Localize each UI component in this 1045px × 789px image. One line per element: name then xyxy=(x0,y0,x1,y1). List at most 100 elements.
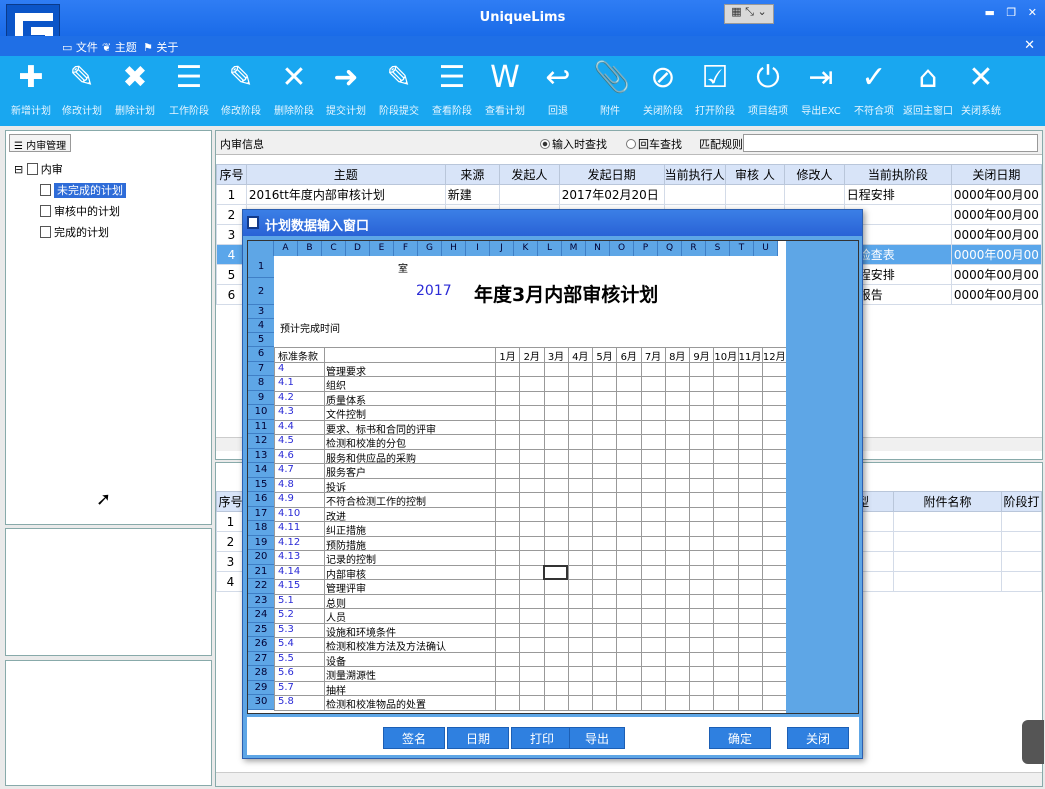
toolbar-doc-stage-button[interactable]: ☰ 工作阶段 xyxy=(163,60,215,117)
column-header[interactable]: 发起日期 xyxy=(558,164,665,185)
toolbar-home-button[interactable]: ⌂ 返回主窗口 xyxy=(902,60,954,117)
close-doc-icon[interactable]: ✕ xyxy=(1024,38,1035,53)
minimize-icon[interactable]: ▬ xyxy=(985,6,995,19)
row-header[interactable]: 18 xyxy=(248,521,274,536)
column-header[interactable]: M xyxy=(562,241,586,256)
column-header[interactable]: 主题 xyxy=(245,164,446,185)
toolbar-close-system-button[interactable]: ✕ 关闭系统 xyxy=(955,60,1007,117)
column-header[interactable]: P xyxy=(634,241,658,256)
toolbar-word-button[interactable]: W 查看计划 xyxy=(479,60,531,117)
toolbar-ban-button[interactable]: ⊘ 关闭阶段 xyxy=(637,60,689,117)
dialog-button-3[interactable]: 导出 xyxy=(569,727,625,749)
tree-root[interactable]: ⊟ 内审 xyxy=(14,161,63,177)
column-header[interactable]: O xyxy=(610,241,634,256)
column-header[interactable]: G xyxy=(418,241,442,256)
dialog-button-4[interactable]: 确定 xyxy=(709,727,771,749)
column-header[interactable]: I xyxy=(466,241,490,256)
row-header[interactable]: 2 xyxy=(248,278,274,305)
toolbar-submit-button[interactable]: ➜ 提交计划 xyxy=(320,60,372,117)
float-toolbar[interactable]: ▦ ⤡ ⌄ xyxy=(724,4,774,24)
row-header[interactable]: 1 xyxy=(248,256,274,278)
row-header[interactable]: 7 xyxy=(248,361,274,376)
row-header[interactable]: 25 xyxy=(248,622,274,637)
table-row[interactable]: 1 2016tt年度内部审核计划 新建 2017年02月20日 日程安排 0000年00月… xyxy=(216,184,1043,205)
column-header[interactable]: R xyxy=(682,241,706,256)
column-header[interactable]: 修改人 xyxy=(784,164,845,185)
column-header[interactable]: U xyxy=(754,241,778,256)
row-header[interactable]: 22 xyxy=(248,579,274,594)
row-header[interactable]: 12 xyxy=(248,434,274,449)
row-header[interactable]: 29 xyxy=(248,680,274,695)
toolbar-stage-edit-button[interactable]: ✎ 修改阶段 xyxy=(215,60,267,117)
tab-internal-audit[interactable]: ☰ 内审管理 xyxy=(9,134,72,152)
radio-input-search[interactable]: 输入时查找 xyxy=(540,136,607,152)
dialog-button-2[interactable]: 打印 xyxy=(511,727,573,749)
row-header[interactable]: 27 xyxy=(248,651,274,666)
column-header[interactable]: H xyxy=(442,241,466,256)
row-header[interactable]: 8 xyxy=(248,376,274,391)
toolbar-stage-delete-button[interactable]: ✕ 删除阶段 xyxy=(268,60,320,117)
toolbar-back-button[interactable]: ↩ 回退 xyxy=(532,60,584,117)
column-header[interactable]: A xyxy=(274,241,298,256)
column-header[interactable]: 阶段打 xyxy=(1000,491,1043,512)
toolbar-view-stage-button[interactable]: ☰ 查看阶段 xyxy=(426,60,478,117)
column-header[interactable]: 关闭日期 xyxy=(950,164,1043,185)
row-header[interactable]: 9 xyxy=(248,390,274,405)
row-header[interactable]: 24 xyxy=(248,608,274,623)
column-header[interactable]: 序号 xyxy=(216,491,245,512)
column-header[interactable]: N xyxy=(586,241,610,256)
radio-enter-search[interactable]: 回车查找 xyxy=(626,136,682,152)
column-header[interactable]: 序号 xyxy=(216,164,247,185)
row-header[interactable]: 14 xyxy=(248,463,274,478)
close-icon[interactable]: ✕ xyxy=(1028,6,1037,19)
toolbar-tag-button[interactable]: ✓ 不符合项 xyxy=(848,60,900,117)
column-header[interactable]: D xyxy=(346,241,370,256)
column-header[interactable]: F xyxy=(394,241,418,256)
row-header[interactable]: 10 xyxy=(248,405,274,420)
menu-file[interactable]: ▭ 文件 xyxy=(62,39,98,55)
toolbar-export-button[interactable]: ⇥ 导出EXC xyxy=(795,60,847,117)
spreadsheet[interactable]: A B C D E F G H I J K L M N O P Q R S T U 1 2 3 4 5 6 7 8 9 10 11 12 13 14… xyxy=(247,240,859,714)
row-header[interactable]: 21 xyxy=(248,564,274,579)
column-header[interactable]: 当前执阶段 xyxy=(843,164,952,185)
toolbar-doc-plus-button[interactable]: ✚ 新增计划 xyxy=(5,60,57,117)
column-header[interactable]: C xyxy=(322,241,346,256)
row-header[interactable]: 28 xyxy=(248,666,274,681)
active-cell[interactable] xyxy=(543,564,568,580)
column-header[interactable]: J xyxy=(490,241,514,256)
column-header[interactable]: L xyxy=(538,241,562,256)
menu-about[interactable]: ⚑ 关于 xyxy=(143,39,178,55)
row-header[interactable]: 20 xyxy=(248,550,274,565)
toolbar-doc-edit-button[interactable]: ✎ 修改计划 xyxy=(56,60,108,117)
toolbar-power-button[interactable]: ⏻ 项目结项 xyxy=(742,60,794,117)
row-header[interactable]: 19 xyxy=(248,535,274,550)
column-header[interactable]: E xyxy=(370,241,394,256)
row-header[interactable]: 26 xyxy=(248,637,274,652)
column-header[interactable]: T xyxy=(730,241,754,256)
toolbar-doc-delete-button[interactable]: ✖ 删除计划 xyxy=(109,60,161,117)
dialog-button-1[interactable]: 日期 xyxy=(447,727,509,749)
column-header[interactable]: S xyxy=(706,241,730,256)
column-header[interactable]: B xyxy=(298,241,322,256)
menu-theme[interactable]: ❦ 主题 xyxy=(102,39,137,55)
toolbar-check-box-button[interactable]: ☑ 打开阶段 xyxy=(689,60,741,117)
horizontal-scrollbar-2[interactable] xyxy=(216,772,1042,786)
column-header[interactable]: 发起人 xyxy=(499,164,560,185)
side-tab-icon[interactable] xyxy=(1022,720,1044,764)
row-header[interactable]: 4 xyxy=(248,319,274,333)
row-header[interactable]: 30 xyxy=(248,695,274,710)
column-header[interactable]: 附件名称 xyxy=(893,491,1002,512)
row-header[interactable]: 23 xyxy=(248,593,274,608)
column-header[interactable]: 来源 xyxy=(444,164,501,185)
tree-item-incomplete[interactable]: 未完成的计划 xyxy=(40,182,126,198)
row-header[interactable]: 3 xyxy=(248,305,274,319)
restore-icon[interactable]: ❐ xyxy=(1006,6,1016,19)
row-header[interactable]: 16 xyxy=(248,492,274,507)
row-header[interactable]: 5 xyxy=(248,333,274,347)
column-header[interactable]: 当前执行人 xyxy=(663,164,726,185)
row-header[interactable]: 6 xyxy=(248,347,274,362)
row-header[interactable]: 11 xyxy=(248,419,274,434)
row-header[interactable]: 15 xyxy=(248,477,274,492)
dialog-button-5[interactable]: 关闭 xyxy=(787,727,849,749)
toolbar-paperclip-button[interactable]: 📎 附件 xyxy=(584,60,636,117)
